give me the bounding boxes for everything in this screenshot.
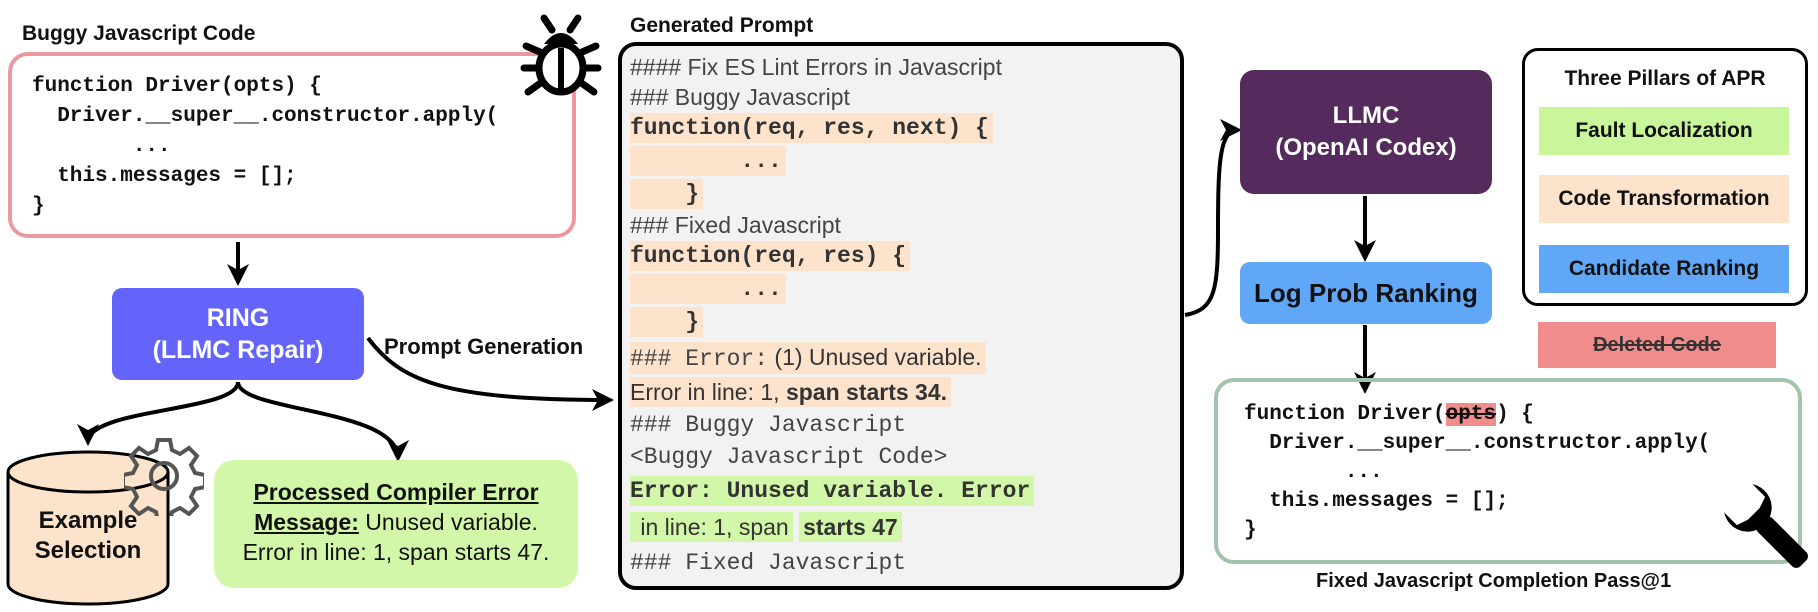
- llmc-subtitle: (OpenAI Codex): [1275, 134, 1457, 161]
- wrench-icon: [1724, 484, 1808, 568]
- pillars-box: Three Pillars of APR Fault Localization …: [1522, 48, 1808, 306]
- deleted-code-label: Deleted Code: [1593, 333, 1721, 356]
- fixed-code-line: this.messages = [];: [1244, 490, 1509, 513]
- pillar-code-transformation: Code Transformation: [1539, 175, 1789, 223]
- compiler-message-line3: Error in line: 1, span starts 47.: [242, 539, 550, 565]
- prompt-line: ...: [630, 274, 786, 304]
- compiler-heading-message: Message:: [254, 509, 359, 535]
- fixed-code-title: Fixed Javascript Completion Pass@1: [1316, 570, 1672, 592]
- compiler-error-box: Processed Compiler Error Message: Unused…: [214, 460, 578, 588]
- buggy-code-line: Driver.__super__.constructor.apply(: [32, 105, 499, 128]
- prompt-line: Error: Unused variable. Error: [630, 476, 1035, 506]
- prompt-line: ### Fixed Javascript: [630, 212, 841, 238]
- compiler-unused-variable: Unused variable.: [358, 509, 538, 535]
- ring-box: RING (LLMC Repair): [112, 288, 364, 380]
- prompt-generation-label: Prompt Generation: [384, 334, 584, 359]
- deleted-opts: opts: [1445, 403, 1497, 426]
- pillars-title: Three Pillars of APR: [1564, 67, 1766, 90]
- arrow-ring-to-example: [77, 381, 240, 446]
- generated-prompt-title: Generated Prompt: [630, 14, 814, 37]
- arrow-prompt-to-llmc: [1184, 119, 1242, 317]
- prompt-line: <Buggy Javascript Code>: [630, 444, 948, 470]
- fixed-code-line: function Driver(opts) {: [1244, 403, 1534, 426]
- prompt-line: function(req, res) {: [630, 241, 911, 271]
- buggy-code-line: this.messages = [];: [32, 165, 297, 188]
- ring-title: RING: [206, 304, 270, 332]
- arrow-ring-to-compiler: [236, 381, 409, 462]
- prompt-line: in line: 1, span starts 47: [630, 512, 902, 542]
- prompt-line: ...: [630, 146, 786, 176]
- pillar-candidate-ranking: Candidate Ranking: [1539, 245, 1789, 293]
- compiler-message-line2: Message: Unused variable.: [214, 507, 578, 537]
- pillar-fault-localization: Fault Localization: [1539, 107, 1789, 155]
- gear-icon: [124, 438, 204, 516]
- prompt-line: ### Buggy Javascript: [630, 84, 850, 110]
- fixed-code-line: }: [1244, 519, 1257, 542]
- ring-subtitle: (LLMC Repair): [152, 336, 324, 364]
- buggy-code-box: function Driver(opts) { Driver.__super__…: [8, 52, 576, 238]
- prompt-line: Error in line: 1, span starts 34.: [630, 377, 952, 407]
- prompt-line: function(req, res, next) {: [630, 113, 993, 143]
- prompt-line: #### Fix ES Lint Errors in Javascript: [630, 54, 1002, 80]
- prompt-line: ### Buggy Javascript: [630, 412, 907, 438]
- prompt-line: ### Fixed Javascript: [630, 550, 907, 576]
- generated-prompt-box: #### Fix ES Lint Errors in Javascript ##…: [618, 42, 1184, 590]
- compiler-heading: Processed Compiler Error: [253, 479, 539, 505]
- buggy-code-line: ...: [32, 135, 171, 158]
- log-prob-ranking-box: Log Prob Ranking: [1240, 262, 1492, 324]
- bug-icon: [520, 14, 602, 96]
- prompt-line: }: [630, 307, 704, 337]
- fixed-code-line: ...: [1244, 461, 1383, 484]
- buggy-code-title: Buggy Javascript Code: [22, 22, 256, 45]
- buggy-code-line: function Driver(opts) {: [32, 75, 322, 98]
- fixed-code-line: Driver.__super__.constructor.apply(: [1244, 432, 1711, 455]
- ranking-label: Log Prob Ranking: [1254, 277, 1478, 308]
- prompt-line: }: [630, 179, 704, 209]
- buggy-code-line: }: [32, 195, 45, 218]
- llmc-title: LLMC: [1332, 102, 1400, 129]
- example-line2: Selection: [34, 537, 142, 564]
- llmc-box: LLMC (OpenAI Codex): [1240, 70, 1492, 194]
- deleted-code-legend: Deleted Code: [1538, 322, 1776, 368]
- prompt-line: ### Error: (1) Unused variable.: [630, 342, 986, 374]
- fixed-code-box: function Driver(opts) { Driver.__super__…: [1214, 378, 1802, 564]
